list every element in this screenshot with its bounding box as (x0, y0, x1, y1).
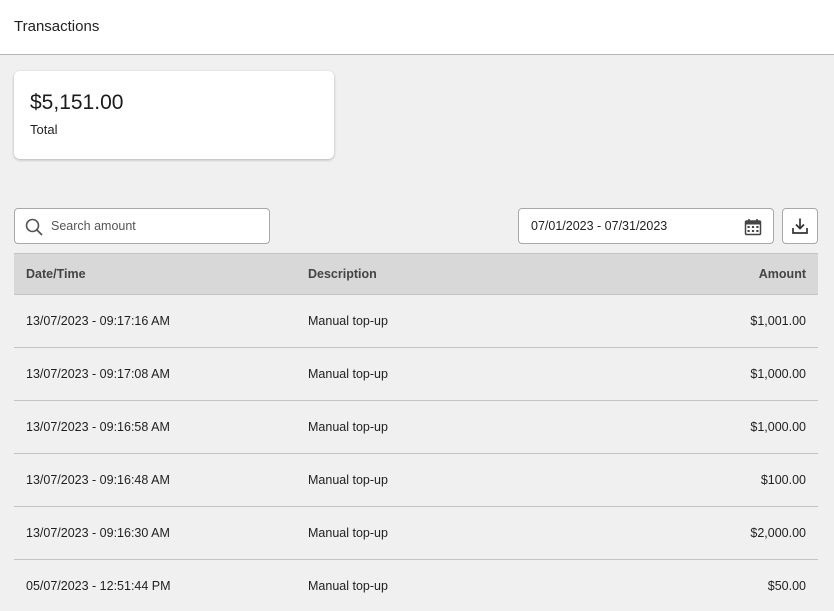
column-header-amount[interactable]: Amount (759, 267, 806, 281)
cell-amount: $1,000.00 (750, 367, 806, 381)
table-row[interactable]: 13/07/2023 - 09:16:30 AM Manual top-up $… (14, 507, 818, 560)
download-icon (792, 218, 808, 234)
search-input[interactable] (51, 209, 263, 243)
cell-amount: $1,000.00 (750, 420, 806, 434)
cell-description: Manual top-up (308, 526, 388, 540)
cell-amount: $50.00 (767, 579, 806, 593)
page-title: Transactions (14, 18, 100, 35)
transactions-table: Date/Time Description Amount 13/07/2023 … (14, 253, 818, 611)
date-range-value: 07/01/2023 - 07/31/2023 (531, 219, 668, 233)
cell-datetime: 13/07/2023 - 09:16:58 AM (26, 420, 170, 434)
table-row[interactable]: 13/07/2023 - 09:16:48 AM Manual top-up $… (14, 454, 818, 507)
column-header-description[interactable]: Description (308, 267, 377, 281)
cell-datetime: 13/07/2023 - 09:16:30 AM (26, 526, 170, 540)
cell-amount: $100.00 (760, 473, 806, 487)
cell-datetime: 13/07/2023 - 09:17:08 AM (26, 367, 170, 381)
total-label: Total (30, 122, 58, 137)
search-icon (25, 218, 43, 236)
calendar-icon[interactable] (744, 218, 762, 236)
table-row[interactable]: 13/07/2023 - 09:17:08 AM Manual top-up $… (14, 348, 818, 401)
cell-datetime: 05/07/2023 - 12:51:44 PM (26, 579, 171, 593)
cell-datetime: 13/07/2023 - 09:16:48 AM (26, 473, 170, 487)
download-button[interactable] (782, 208, 818, 244)
cell-description: Manual top-up (308, 420, 388, 434)
cell-amount: $2,000.00 (750, 526, 806, 540)
total-summary-card: $5,151.00 Total (14, 71, 334, 159)
column-header-datetime[interactable]: Date/Time (26, 267, 86, 281)
cell-description: Manual top-up (308, 367, 388, 381)
table-row[interactable]: 05/07/2023 - 12:51:44 PM Manual top-up $… (14, 560, 818, 611)
cell-description: Manual top-up (308, 579, 388, 593)
cell-description: Manual top-up (308, 314, 388, 328)
date-range-picker[interactable]: 07/01/2023 - 07/31/2023 (518, 208, 774, 244)
table-row[interactable]: 13/07/2023 - 09:16:58 AM Manual top-up $… (14, 401, 818, 454)
cell-description: Manual top-up (308, 473, 388, 487)
table-row[interactable]: 13/07/2023 - 09:17:16 AM Manual top-up $… (14, 295, 818, 348)
table-header: Date/Time Description Amount (14, 253, 818, 295)
cell-datetime: 13/07/2023 - 09:17:16 AM (26, 314, 170, 328)
search-box[interactable] (14, 208, 270, 244)
cell-amount: $1,001.00 (750, 314, 806, 328)
total-amount: $5,151.00 (30, 91, 124, 114)
app-header: Transactions (0, 0, 834, 55)
